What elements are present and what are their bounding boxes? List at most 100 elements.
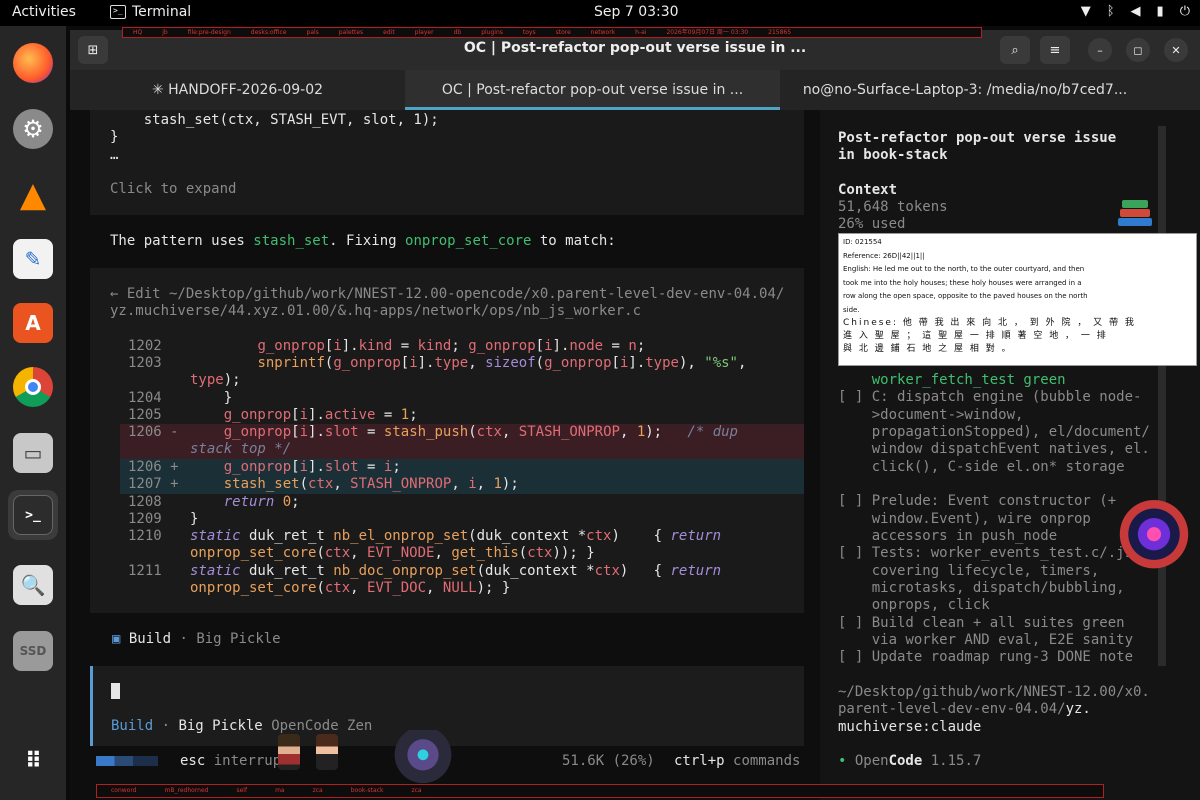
search-button[interactable]: ⌕ [1000,36,1030,64]
todo-item: >document->window, [838,407,1024,423]
code-line-added: stash_set(ctx, STASH_ONPROP, i, 1); [223,476,519,492]
verse-english: English: He led me out to the north, to … [843,265,1085,273]
app-grid-icon: ⠿ [24,748,42,774]
text-cursor [111,683,120,699]
close-button[interactable]: ✕ [1164,38,1188,62]
strip-tag: h-ai [635,29,647,36]
chrome-icon [13,367,53,407]
activities-button[interactable]: Activities [12,4,76,20]
path-part: parent-level-dev-env-04.04/ [838,701,1066,717]
click-to-expand[interactable]: Click to expand [110,181,236,199]
tab-bar: ✳ HANDOFF-2026-09-02 OC | Post-refactor … [70,70,1200,110]
version-number: 1.15.7 [922,753,982,769]
build-label: Build [128,631,172,647]
dock-text-editor[interactable]: ✎ [8,234,58,284]
verse-popup[interactable]: ID: 021554 Reference: 26D||42||1|| Engli… [838,233,1197,366]
dock-firefox[interactable] [8,38,58,88]
line-number: 1209 [128,511,162,527]
line-number: 1203 [128,355,162,371]
strip-tag: pals [306,29,319,36]
dock-vlc[interactable]: ▲ [8,170,58,220]
code-line: static duk_ret_t nb_el_onprop_set(duk_co… [190,528,722,544]
clock[interactable]: Sep 7 03:30 [594,4,679,20]
dock-chrome[interactable] [8,362,58,412]
dock-app-center[interactable]: A [8,298,58,348]
tab-handoff[interactable]: ✳ HANDOFF-2026-09-02 [70,70,405,110]
maximize-button[interactable]: ◻ [1126,38,1150,62]
window-title: OC | Post-refactor pop-out verse issue i… [463,40,807,56]
verse-english: took me into the holy houses; these holy… [843,278,1082,287]
code-line: } [190,390,233,406]
context-tokens: 51,648 tokens [838,199,948,215]
esc-key: esc [180,753,206,769]
ctrl-p-key: ctrl+p [674,753,725,769]
app-name: Terminal [132,4,192,20]
workdir-path: parent-level-dev-env-04.04/yz. [838,701,1091,719]
verse-chinese: 與 北 邊 鋪 石 地 之 屋 相 對 。 [843,344,1013,354]
todo-item: [ ] C: dispatch engine (bubble node- [838,389,1142,405]
status-dot-icon: • [838,753,855,769]
todo-item: covering lifecycle, timers, [838,563,1100,579]
decorative-sprite-creature [388,730,458,792]
tab-shell[interactable]: no@no-Surface-Laptop-3: /media/no/b7ced7… [780,70,1150,110]
strip-tag: HQ [133,29,143,36]
model-name: Big Pickle [178,718,263,734]
session-title: Post-refactor pop-out verse issue [838,130,1117,146]
verse-chinese: Chinese: 他 帶 我 出 來 向 北 ， 到 外 院 ， 又 帶 我 [843,318,1136,328]
gear-icon: ⚙ [13,109,53,149]
path-part: :claude [922,719,982,735]
dock-drive-ssd[interactable]: SSD [8,626,58,676]
app-menu[interactable]: >_ Terminal [110,4,191,20]
dock-show-apps[interactable]: ⠿ [8,736,58,786]
strip-tag: 2026年09月07日 周一 03:30 [666,29,749,36]
todo-item: [ ] Build clean + all suites green [838,615,1125,631]
agent-selector[interactable]: Build · Big Pickle OpenCode Zen [111,718,372,736]
code-line-added: g_onprop[i].slot = i; [223,459,401,475]
separator: · [171,631,197,647]
build-square-icon: ▣ [112,631,129,647]
todo-item: onprops, click [838,597,990,613]
session-title: in book-stack [838,147,948,163]
system-tray[interactable]: ▼ ᛒ ◀ ▮ ⏻ [1081,4,1190,19]
verse-id: ID: 021554 [843,238,882,246]
strip-tag: mB_redhorned [164,787,209,794]
book-stack-icon[interactable] [1118,196,1152,228]
code-line: } [110,129,119,145]
todo-continuation: worker_fetch_test green [838,372,1066,388]
line-number: 1205 [128,407,162,423]
chrome-center-icon [25,379,41,395]
dock-files[interactable]: ▭ [8,428,58,478]
progress-spinner [96,756,158,766]
terminal-dock-icon: >_ [13,495,53,535]
sidebar-scrollbar[interactable] [1158,126,1166,666]
code-line: snprintf(g_onprop[i].type, sizeof(g_onpr… [257,355,747,371]
todo-item: microtasks, dispatch/bubbling, [838,580,1125,596]
power-icon: ⏻ [1179,4,1190,19]
top-bar: Activities >_ Terminal Sep 7 03:30 ▼ ᛒ ◀… [0,0,1200,26]
strip-tag: store [555,29,571,36]
menu-button[interactable]: ≡ [1040,36,1070,64]
app-store-icon: A [13,303,53,343]
magnifier-icon: 🔍 [13,565,53,605]
dock-settings[interactable]: ⚙ [8,104,58,154]
strip-tag: jb [162,29,168,36]
workdir-path: ~/Desktop/github/work/NNEST-12.00/x0. [838,684,1150,700]
strip-tag: conword [111,787,137,794]
strip-tag: edit [383,29,395,36]
line-number-added: 1206 + [128,459,179,475]
context-percent: 26% used [838,216,906,232]
minimize-button[interactable]: – [1088,38,1112,62]
code-line: g_onprop[i].active = 1; [223,407,418,423]
todo-item: [ ] Tests: worker_events_test.c/.js [838,545,1134,561]
todo-item: click(), C-side el.on* storage [838,459,1125,475]
tab-opencode[interactable]: OC | Post-refactor pop-out verse issue i… [405,70,780,110]
commands-hint[interactable]: ctrl+p commands [674,753,800,771]
interrupt-hint[interactable]: esc interrupt [180,753,290,771]
build-agent-label: ▣ Build · Big Pickle [112,631,281,649]
code-line: onprop_set_core(ctx, EVT_DOC, NULL); } [190,580,511,596]
token-usage: 51.6K (26%) [562,753,655,769]
dock-terminal[interactable]: >_ [8,490,58,540]
dock-image-viewer[interactable]: 🔍 [8,560,58,610]
decorative-sprite-monster [1116,500,1192,576]
line-number: 1202 [128,338,162,354]
